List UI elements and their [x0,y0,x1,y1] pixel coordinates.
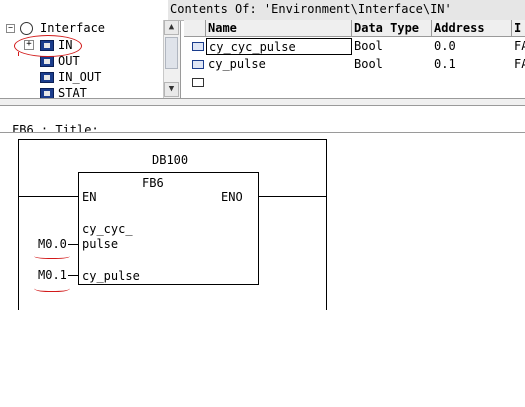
variable-icon [192,42,204,51]
annotation-circle [14,35,82,57]
pin1-label-line1: cy_cyc_ [82,222,133,236]
new-row-icon[interactable] [192,78,204,87]
annotation-underline [34,252,70,259]
operand-m0-1[interactable]: M0.1 [38,268,67,282]
network-divider [0,132,525,133]
contents-title: Contents Of: 'Environment\Interface\IN' [168,0,525,21]
pin2-label: cy_pulse [82,269,140,283]
scroll-down-icon[interactable]: ▼ [164,82,179,97]
table-cell-initial[interactable]: FA [512,38,525,55]
tree-item-label: IN_OUT [58,70,102,84]
tree-item-in-out[interactable]: IN_OUT [0,69,170,85]
table-cell-initial[interactable]: FA [512,56,525,73]
pin1-label-line2: pulse [82,237,119,251]
table-cell-type[interactable]: Bool [352,56,432,73]
table-cell-address: 0.0 [434,39,456,53]
scroll-up-icon[interactable]: ▲ [164,20,179,35]
instance-db-label[interactable]: DB100 [152,153,188,167]
column-header-initial[interactable]: I [512,20,525,37]
eno-label: ENO [221,190,243,204]
column-header-address[interactable]: Address [432,20,512,37]
operand-m0-0[interactable]: M0.0 [38,237,67,251]
table-cell-address: 0.1 [434,57,456,71]
fb-name-label: FB6 [142,176,164,190]
pane-splitter[interactable] [0,98,525,106]
row-header-col [184,20,206,37]
parameter-icon [40,56,54,67]
en-label: EN [82,190,97,204]
annotation-underline [34,283,70,292]
column-header-name[interactable]: Name [206,20,352,37]
table-cell-name[interactable]: cy_pulse [206,56,352,73]
annotation-mark [18,52,23,56]
network-title[interactable]: FB6 : Title: [12,122,99,132]
en-connection [18,196,78,197]
tree-item-out[interactable]: OUT [0,53,170,69]
column-header-type[interactable]: Data Type [352,20,432,37]
right-rail [326,139,327,310]
table-cell-type[interactable]: Bool [352,38,432,55]
pin1-connector [68,244,78,245]
interface-table: Name Data Type Address I cy_cyc_pulse Bo… [184,20,525,100]
tree-root[interactable]: − Interface [4,20,174,36]
eno-connection [258,196,326,197]
table-cell-name[interactable]: cy_cyc_pulse [206,38,352,55]
tree-root-label: Interface [40,21,106,35]
collapse-icon[interactable]: − [6,24,15,33]
pin2-connector [68,275,78,276]
parameter-icon [40,72,54,83]
scroll-thumb[interactable] [165,37,178,69]
interface-icon [20,22,33,35]
left-power-rail [18,139,19,310]
interface-tree: − Interface + IN OUT IN_OUT STAT [0,0,181,100]
tree-scrollbar[interactable]: ▲ ▼ [163,20,180,98]
network-border-top [18,139,327,140]
variable-icon [192,60,204,69]
